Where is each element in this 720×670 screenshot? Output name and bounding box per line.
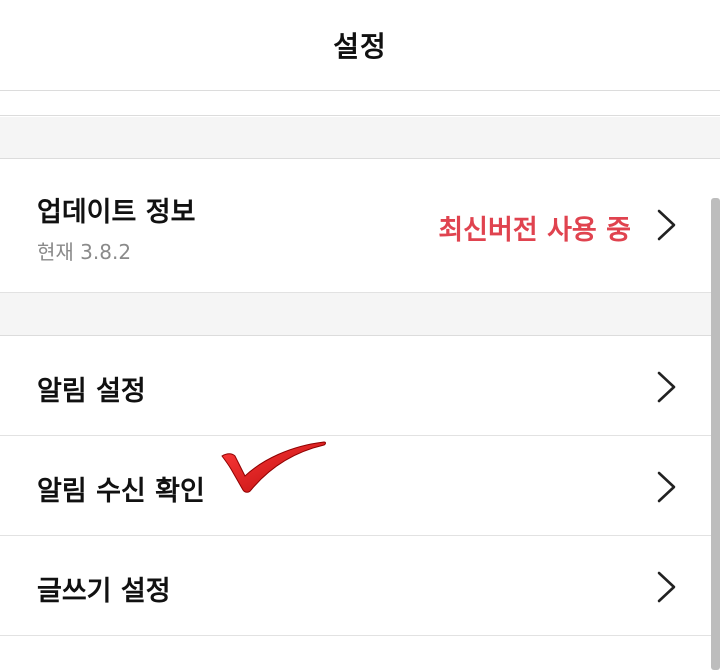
chevron-right-icon [657,471,676,503]
scrollbar[interactable] [711,198,720,670]
version-status-text: 최신버전 사용 중 [438,215,631,246]
section-divider [0,293,720,336]
chevron-right-icon [657,209,676,241]
current-version-text: 현재 3.8.2 [37,240,132,264]
blank-strip [0,92,720,116]
update-info-label: 업데이트 정보 [37,197,196,228]
writing-settings-row[interactable]: 글쓰기 설정 [0,537,720,636]
update-info-row[interactable]: 업데이트 정보 현재 3.8.2 최신버전 사용 중 [0,160,720,293]
alarm-receipt-check-label: 알림 수신 확인 [37,476,205,507]
alarm-settings-label: 알림 설정 [37,376,146,407]
top-bar: 설정 [0,0,720,91]
red-checkmark-icon [221,441,326,493]
writing-settings-label: 글쓰기 설정 [37,576,171,607]
chevron-right-icon [657,371,676,403]
alarm-receipt-check-row[interactable]: 알림 수신 확인 [0,437,720,536]
section-divider [0,117,720,159]
page-title: 설정 [333,30,387,63]
chevron-right-icon [657,571,676,603]
alarm-settings-row[interactable]: 알림 설정 [0,337,720,436]
